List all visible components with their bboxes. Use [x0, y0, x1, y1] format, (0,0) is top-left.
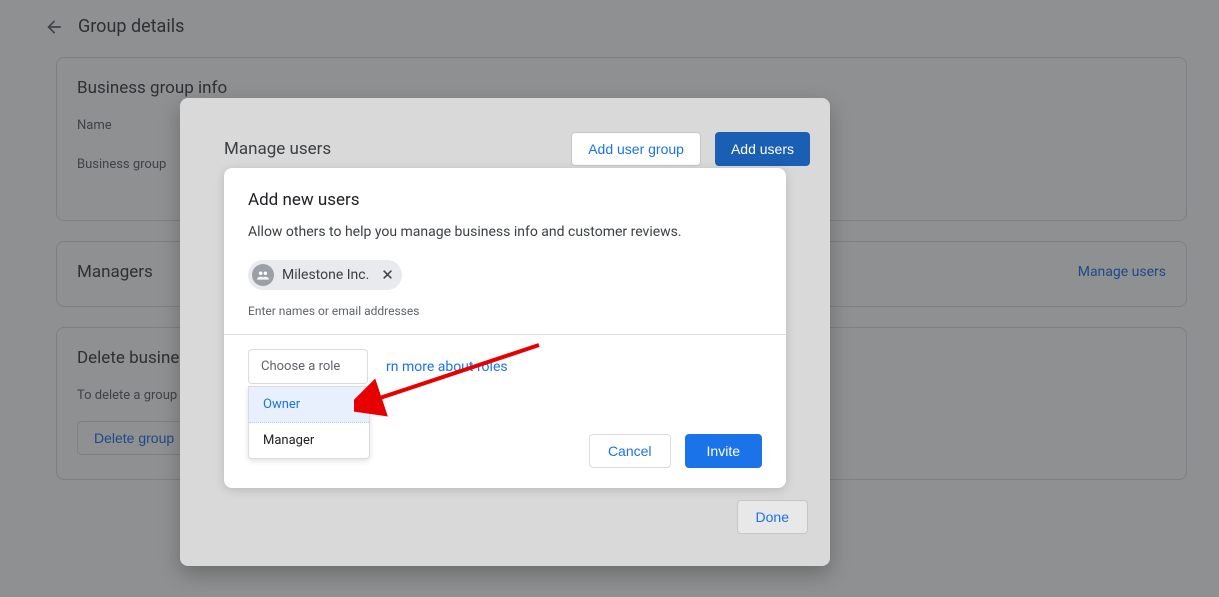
role-dropdown: Owner Manager: [248, 386, 370, 459]
add-users-button[interactable]: Add users: [715, 132, 810, 166]
manage-users-modal: Manage users Add user group Add users Do…: [180, 98, 830, 566]
role-select-trigger[interactable]: Choose a role: [249, 350, 367, 383]
divider: [224, 334, 786, 335]
user-chip[interactable]: Milestone Inc. ✕: [248, 260, 402, 290]
chip-label: Milestone Inc.: [282, 267, 369, 283]
role-select[interactable]: Choose a role Owner Manager: [248, 349, 368, 384]
invite-button[interactable]: Invite: [685, 434, 762, 468]
group-avatar-icon: [252, 264, 274, 286]
inner-modal-description: Allow others to help you manage business…: [248, 224, 762, 240]
inner-modal-title: Add new users: [248, 190, 762, 210]
done-button[interactable]: Done: [737, 500, 808, 534]
add-new-users-modal: Add new users Allow others to help you m…: [224, 168, 786, 488]
role-option-owner[interactable]: Owner: [249, 387, 369, 423]
role-option-manager[interactable]: Manager: [249, 423, 369, 458]
add-user-group-button[interactable]: Add user group: [571, 132, 701, 166]
learn-more-roles-link[interactable]: rn more about roles: [386, 349, 508, 375]
chip-remove-icon[interactable]: ✕: [381, 266, 394, 284]
manage-users-title: Manage users: [224, 139, 331, 159]
cancel-button[interactable]: Cancel: [589, 434, 671, 468]
input-hint[interactable]: Enter names or email addresses: [248, 304, 762, 318]
